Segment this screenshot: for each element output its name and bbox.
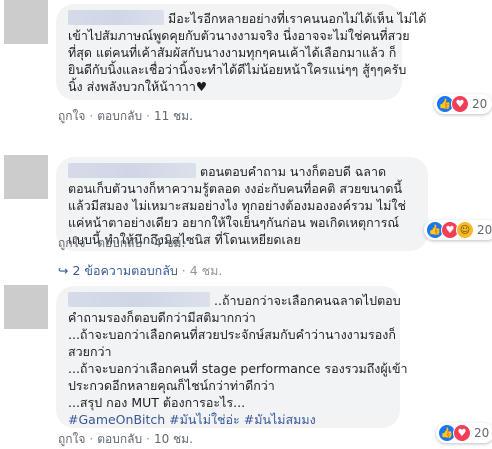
comment-text-line: ..ถ้าบอกว่าจะเลือกคนฉลาดไปตอบ: [214, 293, 401, 308]
avatar[interactable]: [4, 0, 48, 44]
comment-text-line: ยินดีกับนิ้งและเชื่อว่านิ้งจะทำได้ดีไม่น…: [68, 62, 407, 77]
replies-time: 4 ชม.: [189, 263, 223, 278]
comment-text-line: ...สรุป กอง MUT ต้องการอะไร...: [68, 395, 246, 410]
commenter-name[interactable]: [68, 10, 164, 25]
comment-text-line: สวยกว่า: [68, 344, 112, 359]
love-icon: ♥: [451, 95, 469, 113]
reaction-summary[interactable]: 👍 ♥ ☺ 20: [424, 220, 492, 240]
view-replies-link[interactable]: ↪ 2 ข้อความตอบกลับ · 4 ชม.: [58, 261, 222, 281]
commenter-name[interactable]: [68, 292, 210, 307]
comment-text-line: ที่สุด แต่คนที่เค้าสัมผัสกับนางงามทุกๆคน…: [68, 45, 397, 60]
comment-text-line: แล้วมีสมอง ไม่เหมาะสมอย่างไง ทุกอย่างต้อ…: [68, 198, 407, 213]
avatar[interactable]: [4, 285, 48, 329]
comment-text-line: เข้าไปสัมภาษณ์พูดคุยกับตัวนางงามจริง นี่…: [68, 28, 410, 43]
comment-actions: ถูกใจ · ตอบกลับ · 10 ชม.: [58, 432, 193, 446]
replies-count[interactable]: 2 ข้อความตอบกลับ: [72, 263, 177, 278]
like-link[interactable]: ถูกใจ: [58, 109, 85, 123]
comment-text-line: ตอนเก็บตัวนางก็หาความรู้ตลอด งงอ่ะกับคนท…: [68, 181, 403, 196]
comment-text-line: ตอนตอบคำถาม นางก็ตอบดี ฉลาด: [200, 164, 387, 179]
comment-text-line: แค่หน้าตาอย่างเดียว อยากให้ใจเย็นๆกันก่อ…: [68, 215, 400, 230]
comment-text-line: นิ้ง ส่งพลังบวกให้น้าาาา♥: [68, 79, 208, 94]
comment-text-line: คำถามรองก็ตอบดีกว่ามีสติมากกว่า: [68, 310, 256, 325]
comment-actions: ถูกใจ · ตอบกลับ · 4 ชม.: [58, 236, 186, 250]
avatar[interactable]: [4, 155, 48, 199]
comment-text-line: ...ถ้าจะบอกว่าเลือกคนที่ stage performan…: [68, 361, 408, 376]
timestamp[interactable]: 10 ชม.: [154, 432, 193, 446]
love-icon: ♥: [453, 424, 471, 442]
reply-arrow-icon: ↪: [58, 263, 69, 278]
haha-icon: ☺: [456, 221, 474, 239]
reaction-count: 20: [474, 426, 490, 440]
like-link[interactable]: ถูกใจ: [58, 432, 85, 446]
comment-actions: ถูกใจ · ตอบกลับ · 11 ชม.: [58, 109, 193, 123]
comment-bubble: มีอะไรอีกหลายอย่างที่เราคนนอกไม่ได้เห็น …: [56, 4, 426, 100]
reaction-summary[interactable]: 👍 ♥ 20: [434, 94, 492, 114]
comment-text-line: ประกวดอีกหลายคุณก็ไชน์กว่าท่าดีกว่า: [68, 378, 275, 393]
reply-link[interactable]: ตอบกลับ: [97, 109, 142, 123]
commenter-name[interactable]: [68, 163, 196, 178]
reaction-summary[interactable]: 👍 ♥ 20: [436, 423, 492, 443]
reply-link[interactable]: ตอบกลับ: [97, 432, 142, 446]
reply-link[interactable]: ตอบกลับ: [97, 236, 142, 250]
reaction-count: 20: [472, 97, 488, 111]
reaction-count: 20: [477, 223, 492, 237]
like-link[interactable]: ถูกใจ: [58, 236, 85, 250]
timestamp[interactable]: 11 ชม.: [154, 109, 193, 123]
hashtag-line[interactable]: #GameOnBitch #มันไม่ใช่อ่ะ #มันไม่สมมง: [68, 411, 388, 428]
comment-text-line: มีอะไรอีกหลายอย่างที่เราคนนอกไม่ได้เห็น …: [168, 11, 427, 26]
timestamp[interactable]: 4 ชม.: [154, 236, 185, 250]
comment-text-line: ...ถ้าจะบอกว่าเลือกคนที่สวยประจักษ์สมกับ…: [68, 327, 396, 342]
comment-bubble: ..ถ้าบอกว่าจะเลือกคนฉลาดไปตอบ คำถามรองก็…: [56, 286, 408, 428]
